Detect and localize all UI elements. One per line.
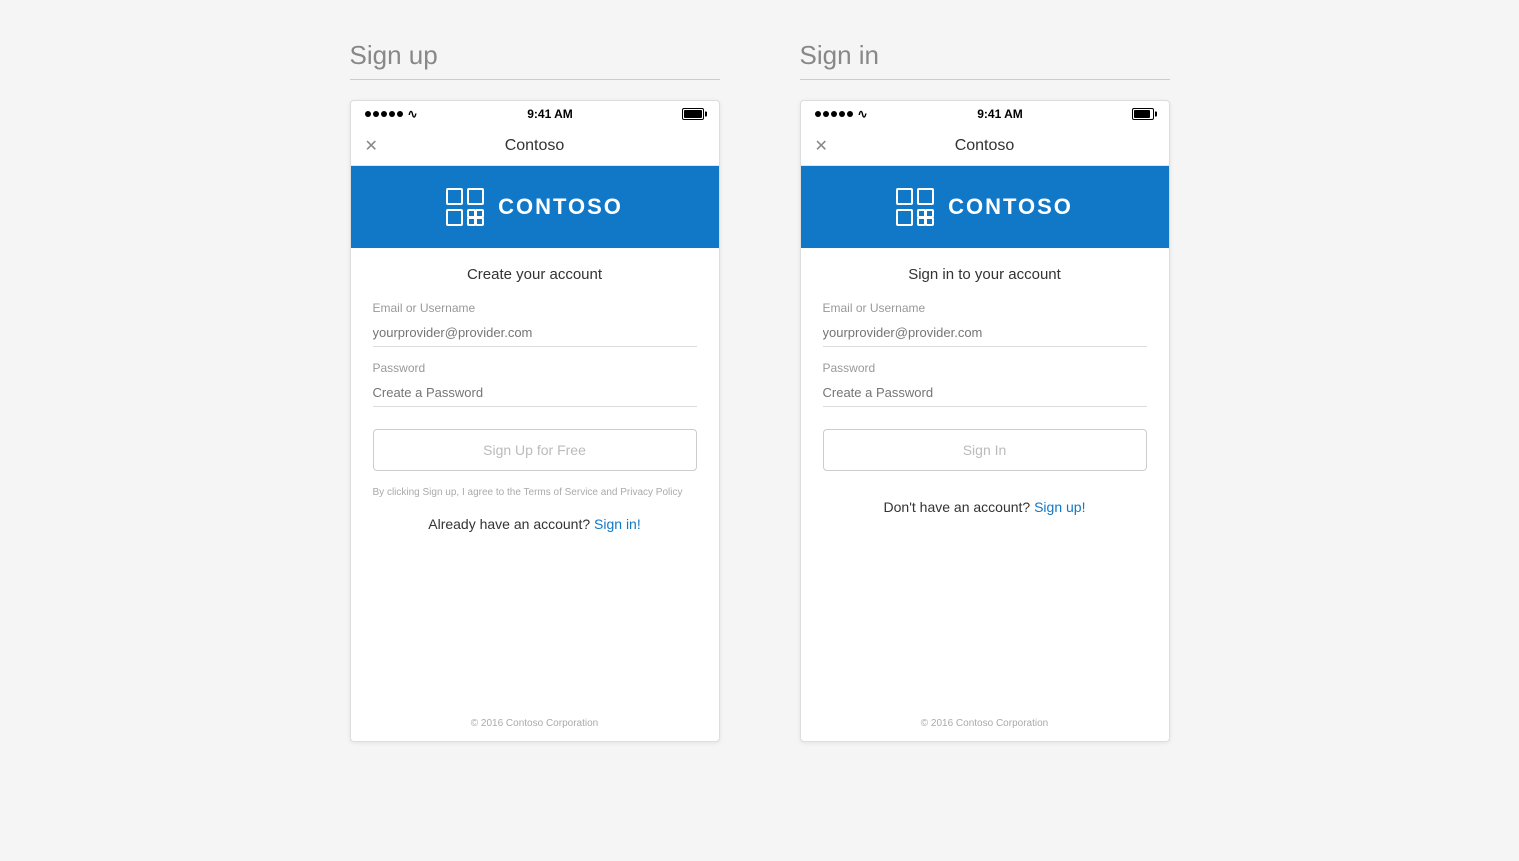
signup-battery-fill: [684, 110, 702, 118]
signup-signal: [365, 111, 403, 117]
signin-password-input[interactable]: [823, 379, 1147, 407]
signin-footer: © 2016 Contoso Corporation: [801, 706, 1169, 741]
signup-status-bar: ∿ 9:41 AM: [351, 101, 719, 127]
signup-terms-text: By clicking Sign up, I agree to the Term…: [373, 485, 697, 500]
dot5: [847, 111, 853, 117]
signin-email-group: Email or Username: [823, 301, 1147, 347]
dot3: [831, 111, 837, 117]
signup-password-input[interactable]: [373, 379, 697, 407]
signup-status-left: ∿: [365, 107, 418, 121]
signup-email-label: Email or Username: [373, 301, 697, 315]
dot5: [397, 111, 403, 117]
signin-bottom-text: Don't have an account?: [884, 499, 1031, 515]
signup-panel-title: Sign up: [350, 40, 720, 80]
signin-button[interactable]: Sign In: [823, 429, 1147, 471]
signup-bottom-link: Already have an account? Sign in!: [373, 516, 697, 532]
signin-nav-title: Contoso: [955, 137, 1015, 155]
signup-spacer: [351, 554, 719, 706]
signup-app-header: CONTOSO: [351, 166, 719, 248]
signup-panel: Sign up ∿ 9:41 AM: [350, 40, 720, 742]
signin-email-input[interactable]: [823, 319, 1147, 347]
signin-signup-link[interactable]: Sign up!: [1034, 499, 1085, 515]
signin-wifi-icon: ∿: [858, 107, 868, 121]
signin-status-right: [1132, 108, 1154, 120]
signin-password-label: Password: [823, 361, 1147, 375]
signup-email-group: Email or Username: [373, 301, 697, 347]
signin-signal: [815, 111, 853, 117]
signin-battery-fill: [1134, 110, 1149, 118]
signup-nav-title: Contoso: [505, 137, 565, 155]
signup-footer: © 2016 Contoso Corporation: [351, 706, 719, 741]
signup-signin-link[interactable]: Sign in!: [594, 516, 641, 532]
signup-phone-frame: ∿ 9:41 AM ✕ Contoso: [350, 100, 720, 742]
signin-panel-title: Sign in: [800, 40, 1170, 80]
dot2: [823, 111, 829, 117]
signup-app-name: CONTOSO: [498, 194, 623, 220]
signin-password-group: Password: [823, 361, 1147, 407]
signup-email-input[interactable]: [373, 319, 697, 347]
signin-logo-icon: [896, 188, 934, 226]
dot4: [839, 111, 845, 117]
signup-password-group: Password: [373, 361, 697, 407]
signup-battery-icon: [682, 108, 704, 120]
signup-status-time: 9:41 AM: [527, 107, 573, 121]
dot4: [389, 111, 395, 117]
signin-email-label: Email or Username: [823, 301, 1147, 315]
signin-bottom-link: Don't have an account? Sign up!: [823, 499, 1147, 515]
signup-nav-bar: ✕ Contoso: [351, 127, 719, 166]
signup-password-label: Password: [373, 361, 697, 375]
signup-bottom-text: Already have an account?: [428, 516, 590, 532]
signup-button[interactable]: Sign Up for Free: [373, 429, 697, 471]
signin-status-time: 9:41 AM: [977, 107, 1023, 121]
signin-close-icon[interactable]: ✕: [815, 136, 828, 156]
signup-status-right: [682, 108, 704, 120]
signin-panel: Sign in ∿ 9:41 AM: [800, 40, 1170, 742]
signin-battery-icon: [1132, 108, 1154, 120]
signin-app-name: CONTOSO: [948, 194, 1073, 220]
signin-status-bar: ∿ 9:41 AM: [801, 101, 1169, 127]
dot1: [365, 111, 371, 117]
dot3: [381, 111, 387, 117]
signin-status-left: ∿: [815, 107, 868, 121]
signup-form-heading: Create your account: [373, 266, 697, 283]
signin-app-header: CONTOSO: [801, 166, 1169, 248]
dot1: [815, 111, 821, 117]
dot2: [373, 111, 379, 117]
signin-phone-frame: ∿ 9:41 AM ✕ Contoso: [800, 100, 1170, 742]
signin-form-area: Sign in to your account Email or Usernam…: [801, 248, 1169, 537]
signin-nav-bar: ✕ Contoso: [801, 127, 1169, 166]
signup-form-area: Create your account Email or Username Pa…: [351, 248, 719, 554]
signup-logo-icon: [446, 188, 484, 226]
signup-wifi-icon: ∿: [408, 107, 418, 121]
signin-form-heading: Sign in to your account: [823, 266, 1147, 283]
signup-close-icon[interactable]: ✕: [365, 136, 378, 156]
signin-spacer: [801, 537, 1169, 706]
